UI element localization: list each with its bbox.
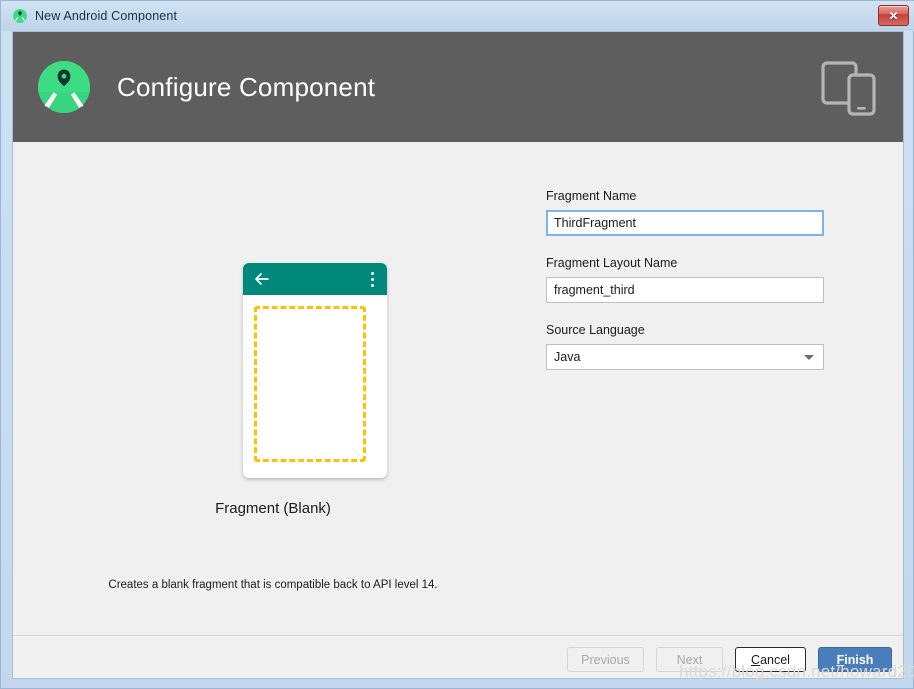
android-studio-icon [12, 8, 28, 24]
finish-button-label: Finish [836, 652, 874, 667]
cancel-button[interactable]: Cancel [735, 647, 806, 672]
fragment-layout-name-label: Fragment Layout Name [546, 256, 678, 270]
fragment-name-label: Fragment Name [546, 189, 637, 203]
page-title: Configure Component [117, 71, 376, 102]
window-title: New Android Component [35, 9, 178, 23]
next-button-label: Next [676, 652, 703, 667]
cancel-button-label: Cancel [751, 652, 790, 667]
close-button[interactable]: ✕ [878, 5, 909, 26]
dialog-header: Configure Component [13, 32, 903, 142]
previous-button[interactable]: Previous [567, 647, 644, 672]
overflow-menu-icon [371, 272, 375, 287]
android-studio-logo [35, 58, 93, 116]
chevron-down-icon [804, 354, 814, 360]
preview-app-bar [243, 263, 387, 295]
source-language-value: Java [554, 350, 581, 364]
fragment-preview-card [243, 263, 387, 478]
next-button[interactable]: Next [656, 647, 723, 672]
arrow-back-icon [254, 272, 269, 286]
template-name: Fragment (Blank) [215, 500, 331, 517]
previous-button-label: Previous [581, 652, 630, 667]
field-fragment-name: Fragment Name ThirdFragment [546, 189, 824, 236]
template-preview-panel: Fragment (Blank) Creates a blank fragmen… [13, 142, 533, 635]
title-bar: New Android Component ✕ [1, 1, 914, 31]
form-panel: Fragment Name ThirdFragment Fragment Lay… [535, 142, 903, 635]
dialog-body: Configure Component Fragment (Blank) Cre… [12, 31, 904, 679]
dialog-footer: Previous Next Cancel Finish [13, 636, 903, 678]
close-icon: ✕ [888, 8, 899, 23]
dialog-content: Fragment (Blank) Creates a blank fragmen… [13, 142, 903, 635]
source-language-label: Source Language [546, 323, 645, 337]
finish-button[interactable]: Finish [818, 647, 892, 672]
dialog-window: New Android Component ✕ Configure Compon… [0, 0, 914, 689]
template-description: Creates a blank fragment that is compati… [108, 579, 438, 591]
field-source-language: Source Language Java [546, 323, 824, 370]
preview-content-placeholder [254, 306, 366, 462]
fragment-layout-name-input[interactable]: fragment_third [546, 277, 824, 303]
field-fragment-layout-name: Fragment Layout Name fragment_third [546, 256, 824, 303]
source-language-select[interactable]: Java [546, 344, 824, 370]
tablet-phone-icon [821, 60, 879, 116]
fragment-name-input[interactable]: ThirdFragment [546, 210, 824, 236]
